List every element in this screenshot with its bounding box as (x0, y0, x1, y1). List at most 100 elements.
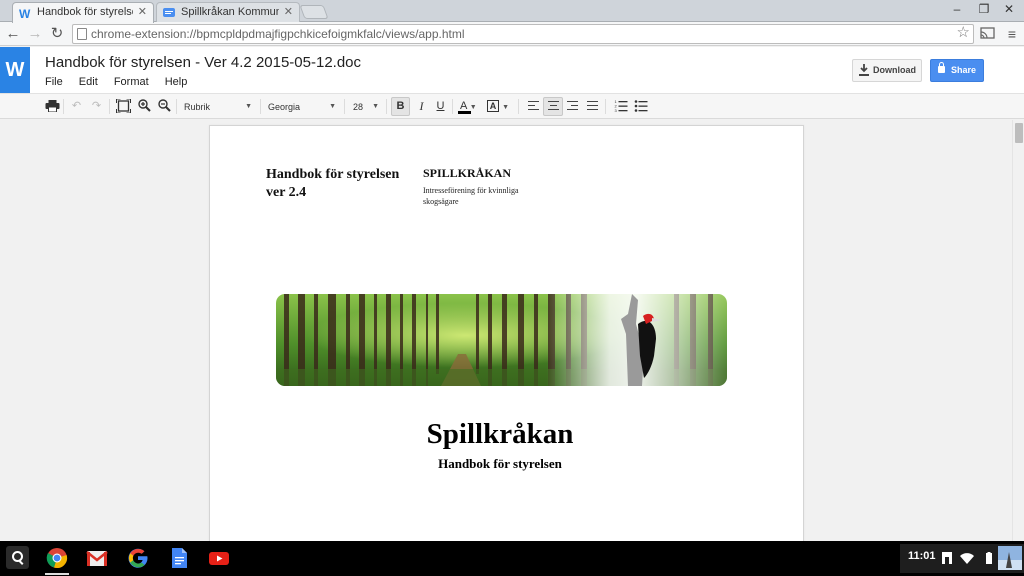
menu-bar: File Edit Format Help (45, 76, 200, 88)
editor-area[interactable]: Handbok för styrelsen ver 2.4 SPILLKRÅKA… (0, 120, 1024, 541)
scrollbar-thumb[interactable] (1015, 123, 1023, 143)
paragraph-style-value: Rubrik (184, 102, 211, 112)
chevron-down-icon: ▼ (502, 104, 509, 111)
justify-icon (587, 100, 598, 110)
align-center-icon (547, 100, 559, 110)
status-tray[interactable]: 11:01 (900, 544, 1024, 573)
doc-app-header: W Handbok för styrelsen - Ver 4.2 2015-0… (0, 47, 1024, 93)
highlight-color-button[interactable]: A ▼ (487, 97, 511, 116)
font-family-value: Georgia (268, 102, 301, 112)
word-doc-favicon-icon: W (19, 7, 31, 19)
italic-button[interactable]: I (413, 97, 430, 116)
align-left-icon (528, 100, 539, 110)
vertical-scrollbar[interactable] (1012, 120, 1024, 541)
underline-button[interactable]: U (432, 97, 449, 116)
menu-format[interactable]: Format (114, 76, 149, 88)
google-icon[interactable] (127, 547, 149, 569)
minimize-icon[interactable]: – (948, 2, 966, 16)
close-tab-icon[interactable]: ✕ (138, 3, 147, 22)
os-shelf: 11:01 (0, 541, 1024, 576)
tab-title: Spillkråkan Kommunikatio (181, 6, 279, 18)
document-main-title: Spillkråkan (426, 418, 574, 450)
page-icon (77, 28, 87, 40)
user-avatar[interactable] (998, 546, 1022, 570)
align-left-button[interactable] (525, 97, 542, 116)
redo-icon[interactable]: ↷ (88, 97, 105, 116)
chevron-down-icon: ▼ (372, 103, 379, 110)
align-right-icon (567, 100, 578, 110)
undo-icon[interactable]: ↶ (68, 97, 85, 116)
font-size-value: 28 (353, 102, 364, 112)
zoom-in-icon[interactable] (136, 99, 153, 112)
font-color-button[interactable]: A ▼ (458, 97, 482, 116)
document-page[interactable]: Handbok för styrelsen ver 2.4 SPILLKRÅKA… (209, 125, 804, 541)
maximize-icon[interactable]: ❐ (975, 2, 993, 16)
battery-icon (986, 552, 992, 564)
numbered-list-icon[interactable]: 1 2 3 (613, 99, 630, 112)
menu-edit[interactable]: Edit (79, 76, 98, 88)
chat-favicon-icon (163, 8, 175, 17)
running-app-indicator (45, 573, 69, 575)
bold-button[interactable]: B (391, 97, 410, 116)
svg-text:W: W (19, 7, 31, 19)
close-tab-icon[interactable]: ✕ (284, 3, 293, 22)
document-subtitle: Handbok för styrelsen (438, 456, 562, 471)
browser-toolbar: ← → ↻ chrome-extension://bpmcpldpdmajfig… (0, 22, 1024, 46)
chrome-icon[interactable] (46, 547, 68, 569)
download-icon (859, 64, 869, 76)
menu-file[interactable]: File (45, 76, 63, 88)
avatar-icon (998, 552, 1022, 570)
cast-icon[interactable] (980, 27, 995, 40)
wifi-icon (960, 553, 974, 564)
youtube-icon[interactable] (208, 547, 230, 569)
browser-tab-strip: W Handbok för styrelsen - Ve ✕ Spillkråk… (0, 0, 1024, 23)
address-bar[interactable]: chrome-extension://bpmcpldpdmajfigpchkic… (72, 24, 974, 44)
new-tab-button[interactable] (299, 5, 329, 19)
font-color-swatch (458, 111, 471, 114)
header-org-description: Intresseförening för kvinnliga skogsägar… (423, 186, 519, 206)
align-right-button[interactable] (564, 97, 581, 116)
bookmark-star-icon[interactable]: ☆ (957, 24, 970, 42)
clock: 11:01 (908, 550, 936, 562)
tab-spillkrakan[interactable]: Spillkråkan Kommunikatio ✕ (156, 2, 300, 23)
lock-icon (938, 62, 945, 73)
svg-text:3: 3 (615, 108, 618, 112)
chevron-down-icon: ▼ (245, 103, 252, 110)
reload-icon[interactable]: ↻ (47, 24, 67, 44)
gmail-icon[interactable] (86, 547, 108, 569)
font-family-dropdown[interactable]: Georgia ▼ (268, 98, 336, 116)
font-size-dropdown[interactable]: 28 ▼ (353, 98, 379, 116)
align-center-button[interactable] (543, 97, 563, 116)
launcher-search-icon[interactable] (6, 546, 29, 569)
zoom-out-icon[interactable] (156, 99, 173, 112)
header-version: ver 2.4 (266, 185, 307, 200)
address-text: chrome-extension://bpmcpldpdmajfigpchkic… (91, 27, 465, 41)
header-left-block: Handbok för styrelsen ver 2.4 (266, 166, 399, 202)
header-org-name: SPILLKRÅKAN (423, 166, 512, 180)
close-window-icon[interactable]: ✕ (1000, 2, 1018, 16)
fit-page-icon[interactable] (115, 99, 132, 113)
header-doc-name: Handbok för styrelsen (266, 167, 400, 182)
tab-title: Handbok för styrelsen - Ve (37, 6, 133, 18)
bulleted-list-icon[interactable] (633, 99, 650, 112)
chevron-down-icon: ▼ (469, 104, 477, 111)
chrome-menu-icon[interactable]: ≡ (1002, 24, 1022, 44)
ime-input-icon (942, 552, 952, 564)
print-icon[interactable] (44, 100, 61, 112)
share-label: Share (951, 65, 977, 75)
docs-icon[interactable] (168, 547, 190, 569)
highlight-icon: A (487, 100, 499, 112)
forward-icon[interactable]: → (25, 24, 45, 44)
share-button[interactable]: Share (930, 59, 984, 82)
formatting-toolbar: ↶ ↷ Rubrik ▼ Georgia ▼ 28 ▼ B I U A ▼ A … (0, 93, 1024, 119)
chevron-down-icon: ▼ (329, 103, 336, 110)
forest-woodpecker-banner-image (276, 294, 727, 386)
back-icon[interactable]: ← (3, 24, 23, 44)
menu-help[interactable]: Help (165, 76, 188, 88)
document-title[interactable]: Handbok för styrelsen - Ver 4.2 2015-05-… (45, 54, 361, 71)
tab-handbok[interactable]: W Handbok för styrelsen - Ve ✕ (12, 2, 154, 23)
download-button[interactable]: Download (852, 59, 922, 82)
download-label: Download (873, 65, 916, 75)
justify-button[interactable] (584, 97, 601, 116)
paragraph-style-dropdown[interactable]: Rubrik ▼ (184, 98, 252, 116)
